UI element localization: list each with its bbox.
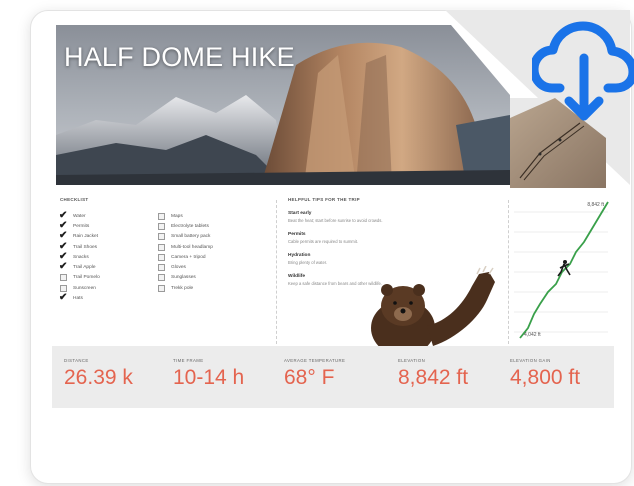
checklist-header: CHECKLIST — [60, 197, 89, 202]
checkmark-icon[interactable] — [59, 251, 67, 262]
checkbox-empty-icon[interactable] — [60, 284, 67, 292]
stat-value: 68° F — [284, 366, 335, 389]
checklist-item[interactable]: Hats — [59, 292, 100, 303]
checklist-item[interactable]: Camera + tripod — [158, 252, 213, 262]
stats-bar: Distance 26.39 k Time Frame 10-14 h Aver… — [52, 346, 614, 408]
checklist-item-label: Maps — [171, 213, 183, 219]
checklist-item-label: Electrolyte tablets — [171, 223, 209, 229]
stat-distance: Distance 26.39 k — [64, 358, 133, 390]
checkmark-icon[interactable] — [59, 241, 67, 252]
tip-title: Permits — [288, 232, 306, 237]
checklist-item[interactable]: Maps — [158, 211, 213, 221]
tip-item: Hydration Bring plenty of water. — [288, 253, 503, 265]
checkmark-icon[interactable] — [59, 261, 67, 272]
checkbox-empty-icon[interactable] — [158, 253, 165, 261]
checklist-item-label: Snacks — [73, 254, 89, 260]
checkbox-empty-icon[interactable] — [158, 274, 165, 282]
checkbox-empty-icon[interactable] — [158, 284, 165, 292]
checklist-item-label: Camera + tripod — [171, 254, 206, 260]
checkmark-icon[interactable] — [59, 230, 67, 241]
elevation-profile: 8,842 ft 4,042 ft — [514, 201, 609, 339]
bear-image — [371, 266, 495, 354]
tip-title: Hydration — [288, 253, 311, 258]
checklist-column-2: Maps Electrolyte tablets Small battery pac… — [158, 211, 213, 293]
checklist-item-label: Trail Pomelo — [73, 275, 100, 281]
cloud-download-icon[interactable] — [532, 16, 634, 124]
checklist-item-label: Permits — [73, 223, 90, 229]
stat-value: 26.39 k — [64, 366, 133, 389]
stat-elevation-gain: Elevation Gain 4,800 ft — [510, 358, 580, 390]
stat-value: 8,842 ft — [398, 366, 469, 389]
elevation-bottom-label: 4,042 ft — [524, 332, 541, 338]
checklist-item[interactable]: Trail Pomelo — [60, 273, 100, 283]
checkbox-empty-icon[interactable] — [158, 233, 165, 241]
stat-label: Average Temperature — [284, 358, 346, 363]
stat-time-frame: Time Frame 10-14 h — [173, 358, 244, 390]
checklist-section: CHECKLIST Water Permits Rain Jacket Trail S… — [59, 197, 275, 303]
tip-item: Permits Cable permits are required to sum… — [288, 232, 503, 244]
divider — [276, 200, 277, 344]
checklist-item[interactable]: Gloves — [158, 262, 213, 272]
tip-title: Start early — [288, 211, 312, 216]
page-title: HALF DOME HIKE — [64, 42, 295, 72]
checkbox-empty-icon[interactable] — [158, 222, 165, 230]
checklist-item-label: Sunscreen — [73, 285, 96, 291]
stat-value: 4,800 ft — [510, 366, 581, 389]
hiker-icon — [557, 260, 571, 277]
checklist-item[interactable]: Sunglasses — [158, 273, 213, 283]
checkmark-icon[interactable] — [59, 220, 67, 231]
tip-description: Bring plenty of water. — [288, 259, 328, 265]
checklist-item[interactable]: Multi-tool headlamp — [158, 242, 213, 252]
elevation-top-label: 8,842 ft — [587, 202, 604, 208]
checklist-item-label: Gloves — [171, 265, 186, 271]
tip-item: Start early Beat the heat; start before s… — [288, 211, 503, 223]
checklist-item-label: Trail Apple — [73, 265, 96, 271]
trail-line — [519, 201, 609, 339]
checklist-column-1: Water Permits Rain Jacket Trail Shoes Snacks… — [59, 210, 100, 304]
checklist-item-label: Trail Shoes — [73, 244, 98, 250]
checklist-item-label: Trekk pole — [171, 285, 194, 291]
checklist-item[interactable]: Trekk pole — [158, 283, 213, 293]
checklist-item[interactable]: Electrolyte tablets — [158, 221, 213, 231]
checkbox-empty-icon[interactable] — [158, 212, 165, 220]
checkmark-icon[interactable] — [59, 292, 67, 303]
checkbox-empty-icon[interactable] — [60, 274, 67, 282]
tip-description: Beat the heat; start before sunrise to a… — [288, 217, 383, 223]
checkbox-empty-icon[interactable] — [158, 243, 165, 251]
checkbox-empty-icon[interactable] — [158, 264, 165, 272]
stat-label: Elevation — [398, 358, 426, 363]
divider — [508, 200, 509, 344]
checklist-item-label: Multi-tool headlamp — [171, 244, 213, 250]
stat-label: Time Frame — [173, 358, 204, 363]
stat-average-temperature: Average Temperature 68° F — [284, 358, 345, 390]
checklist-item-label: Hats — [73, 296, 83, 302]
checklist-item[interactable]: Small battery pack — [158, 232, 213, 242]
checkmark-icon[interactable] — [59, 210, 67, 221]
checklist-item-label: Water — [73, 213, 86, 219]
tip-description: Cable permits are required to summit. — [288, 238, 359, 244]
tips-header: HELPFUL TIPS FOR THE TRIP — [288, 197, 360, 202]
checklist-item-label: Sunglasses — [171, 275, 196, 281]
stat-label: Elevation Gain — [510, 358, 551, 363]
checklist-item[interactable]: Trail Apple — [59, 261, 100, 272]
stat-elevation: Elevation 8,842 ft — [398, 358, 468, 390]
checklist-item-label: Rain Jacket — [73, 234, 99, 240]
stat-label: Distance — [64, 358, 89, 363]
stat-value: 10-14 h — [173, 366, 245, 389]
checklist-item-label: Small battery pack — [171, 234, 211, 240]
